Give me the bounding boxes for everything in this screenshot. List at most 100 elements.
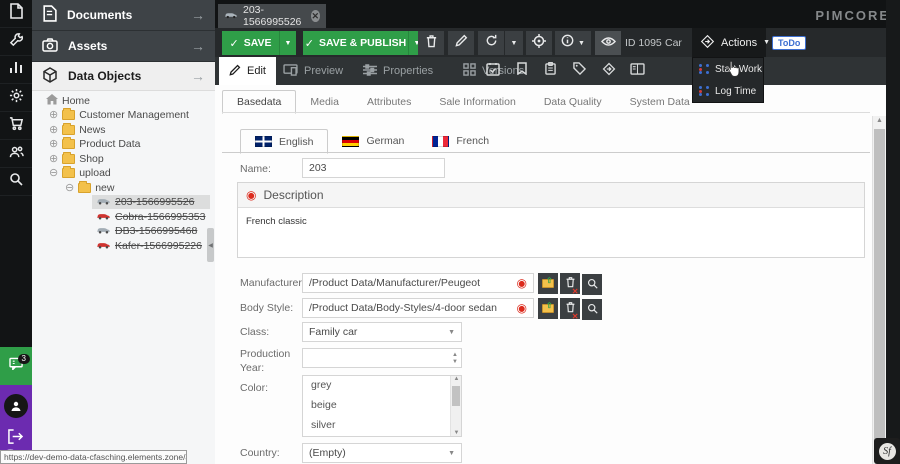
expand-icon[interactable]: ⊕ xyxy=(49,110,58,121)
rename-button[interactable] xyxy=(448,31,474,55)
tab-basedata[interactable]: Basedata xyxy=(222,90,296,114)
tab-tags[interactable] xyxy=(565,57,594,85)
description-text[interactable]: French classic xyxy=(238,208,864,235)
spin-up-icon[interactable]: ▲ xyxy=(452,352,458,358)
manufacturer-open-button[interactable]: ⇧ xyxy=(538,273,558,294)
color-listbox[interactable]: grey beige silver ▲ ▼ xyxy=(302,375,462,437)
tree-item-203[interactable]: 203-1566995526 xyxy=(96,195,194,209)
menu-item-log-time[interactable]: Log Time xyxy=(693,80,763,102)
tab-dependencies[interactable] xyxy=(623,57,652,85)
tree-item-customer-management[interactable]: ⊕ Customer Management xyxy=(49,108,189,122)
expand-icon[interactable]: ⊕ xyxy=(49,125,58,136)
book-columns-icon xyxy=(630,62,645,80)
tree-item-new[interactable]: ⊖ new xyxy=(65,181,114,195)
workflow-status-badge[interactable]: ToDo xyxy=(772,36,806,50)
color-scrollbar[interactable]: ▲ ▼ xyxy=(450,376,461,436)
tools-rail-button[interactable] xyxy=(0,28,32,56)
body-style-open-button[interactable]: ⇧ xyxy=(538,298,558,319)
locate-in-tree-button[interactable] xyxy=(526,31,552,55)
scroll-down-icon[interactable]: ▼ xyxy=(451,430,462,436)
body-style-value: /Product Data/Body-Styles/4-door sedan xyxy=(309,302,497,314)
expand-icon[interactable]: ⊕ xyxy=(49,154,58,165)
name-input[interactable] xyxy=(302,158,445,178)
expand-icon[interactable]: ⊕ xyxy=(49,139,58,150)
tree-item-db3[interactable]: DB3-1566995468 xyxy=(96,224,197,238)
documents-rail-button[interactable] xyxy=(0,0,32,28)
tab-reports[interactable] xyxy=(536,57,565,85)
collapse-icon[interactable]: ⊖ xyxy=(65,183,74,194)
body-style-remove-button[interactable]: ✕ xyxy=(560,298,580,319)
sidebar-collapse-handle[interactable]: ◀ xyxy=(207,228,214,262)
class-select[interactable]: Family car ▼ xyxy=(302,322,462,342)
tab-properties[interactable]: Properties xyxy=(353,57,443,85)
save-publish-button[interactable]: ✓ SAVE & PUBLISH xyxy=(303,31,408,55)
scroll-up-icon[interactable]: ▲ xyxy=(873,117,886,124)
production-year-spinner[interactable]: ▲▼ xyxy=(302,348,462,368)
spin-down-icon[interactable]: ▼ xyxy=(452,359,458,365)
scrollbar-thumb[interactable] xyxy=(874,129,885,459)
users-rail-button[interactable] xyxy=(0,140,32,168)
tab-lang-french[interactable]: French xyxy=(418,129,503,153)
open-object-tab[interactable]: 203-1566995526 ✕ xyxy=(218,4,326,28)
ecommerce-rail-button[interactable] xyxy=(0,112,32,140)
tree-item-home[interactable]: Home xyxy=(46,94,90,108)
tree-item-kafer[interactable]: Kafer-1566995226 xyxy=(96,239,202,253)
manufacturer-remove-button[interactable]: ✕ xyxy=(560,273,580,294)
sidebar-panel-assets[interactable]: Assets → xyxy=(32,31,215,62)
search-rail-button[interactable] xyxy=(0,168,32,196)
tab-system-data[interactable]: System Data xyxy=(616,91,704,113)
sidebar-panel-documents[interactable]: Documents → xyxy=(32,0,215,31)
delete-button[interactable] xyxy=(418,31,444,55)
actions-button[interactable]: Actions ▼ xyxy=(692,28,766,57)
eye-icon xyxy=(601,34,616,52)
country-select[interactable]: (Empty) ▼ xyxy=(302,443,462,463)
symfony-debug-badge[interactable]: Sf xyxy=(874,438,900,464)
color-option-beige[interactable]: beige xyxy=(303,396,461,416)
info-button[interactable]: ▼ xyxy=(555,31,591,55)
tab-divider xyxy=(222,112,870,113)
tab-data-quality[interactable]: Data Quality xyxy=(530,91,616,113)
tab-schedule[interactable] xyxy=(478,57,507,85)
content-scrollbar[interactable]: ▲ xyxy=(872,116,886,464)
scrollbar-thumb[interactable] xyxy=(452,386,460,406)
chat-button[interactable]: 3 xyxy=(0,347,32,385)
tab-lang-english[interactable]: English xyxy=(240,129,328,154)
manufacturer-field[interactable]: /Product Data/Manufacturer/Peugeot ◉ xyxy=(302,273,534,293)
tree-item-cobra[interactable]: Cobra-1566995353 xyxy=(96,210,206,224)
avatar[interactable] xyxy=(4,394,28,418)
menu-item-start-work[interactable]: Start Work xyxy=(693,58,763,80)
color-option-grey[interactable]: grey xyxy=(303,376,461,396)
tab-lang-german[interactable]: German xyxy=(328,129,418,153)
reload-button[interactable] xyxy=(478,31,504,55)
tab-workflow[interactable] xyxy=(594,57,623,85)
tab-preview[interactable]: Preview xyxy=(273,57,353,85)
tree-item-product-data[interactable]: ⊕ Product Data xyxy=(49,137,141,151)
settings-rail-button[interactable] xyxy=(0,84,32,112)
reports-rail-button[interactable] xyxy=(0,56,32,84)
color-option-silver[interactable]: silver xyxy=(303,416,461,436)
reload-dropdown-caret[interactable]: ▼ xyxy=(505,31,523,55)
tab-notes[interactable] xyxy=(507,57,536,85)
preview-eye-button[interactable] xyxy=(595,31,621,55)
body-style-search-button[interactable] xyxy=(582,299,602,320)
folder-open-icon xyxy=(62,168,75,178)
search-icon xyxy=(587,276,598,294)
tab-sale-information[interactable]: Sale Information xyxy=(425,91,529,113)
save-dropdown-caret[interactable]: ▼ xyxy=(279,31,296,55)
tab-media[interactable]: Media xyxy=(296,91,353,113)
tree-item-news[interactable]: ⊕ News xyxy=(49,123,105,137)
save-button[interactable]: ✓ SAVE xyxy=(222,31,279,55)
collapse-icon[interactable]: ⊖ xyxy=(49,168,58,179)
tab-edit[interactable]: Edit xyxy=(219,57,276,85)
manufacturer-search-button[interactable] xyxy=(582,274,602,295)
file-icon xyxy=(9,3,23,24)
sidebar-panel-data-objects[interactable]: Data Objects → xyxy=(32,62,215,91)
close-icon[interactable]: ✕ xyxy=(311,10,320,22)
tree-item-upload[interactable]: ⊖ upload xyxy=(49,166,111,180)
spinner-arrows[interactable]: ▲▼ xyxy=(452,352,458,365)
tree-item-shop[interactable]: ⊕ Shop xyxy=(49,152,104,166)
description-header[interactable]: ◉ Description xyxy=(238,183,864,208)
scroll-up-icon[interactable]: ▲ xyxy=(451,376,462,382)
tab-attributes[interactable]: Attributes xyxy=(353,91,425,113)
body-style-field[interactable]: /Product Data/Body-Styles/4-door sedan ◉ xyxy=(302,298,534,318)
